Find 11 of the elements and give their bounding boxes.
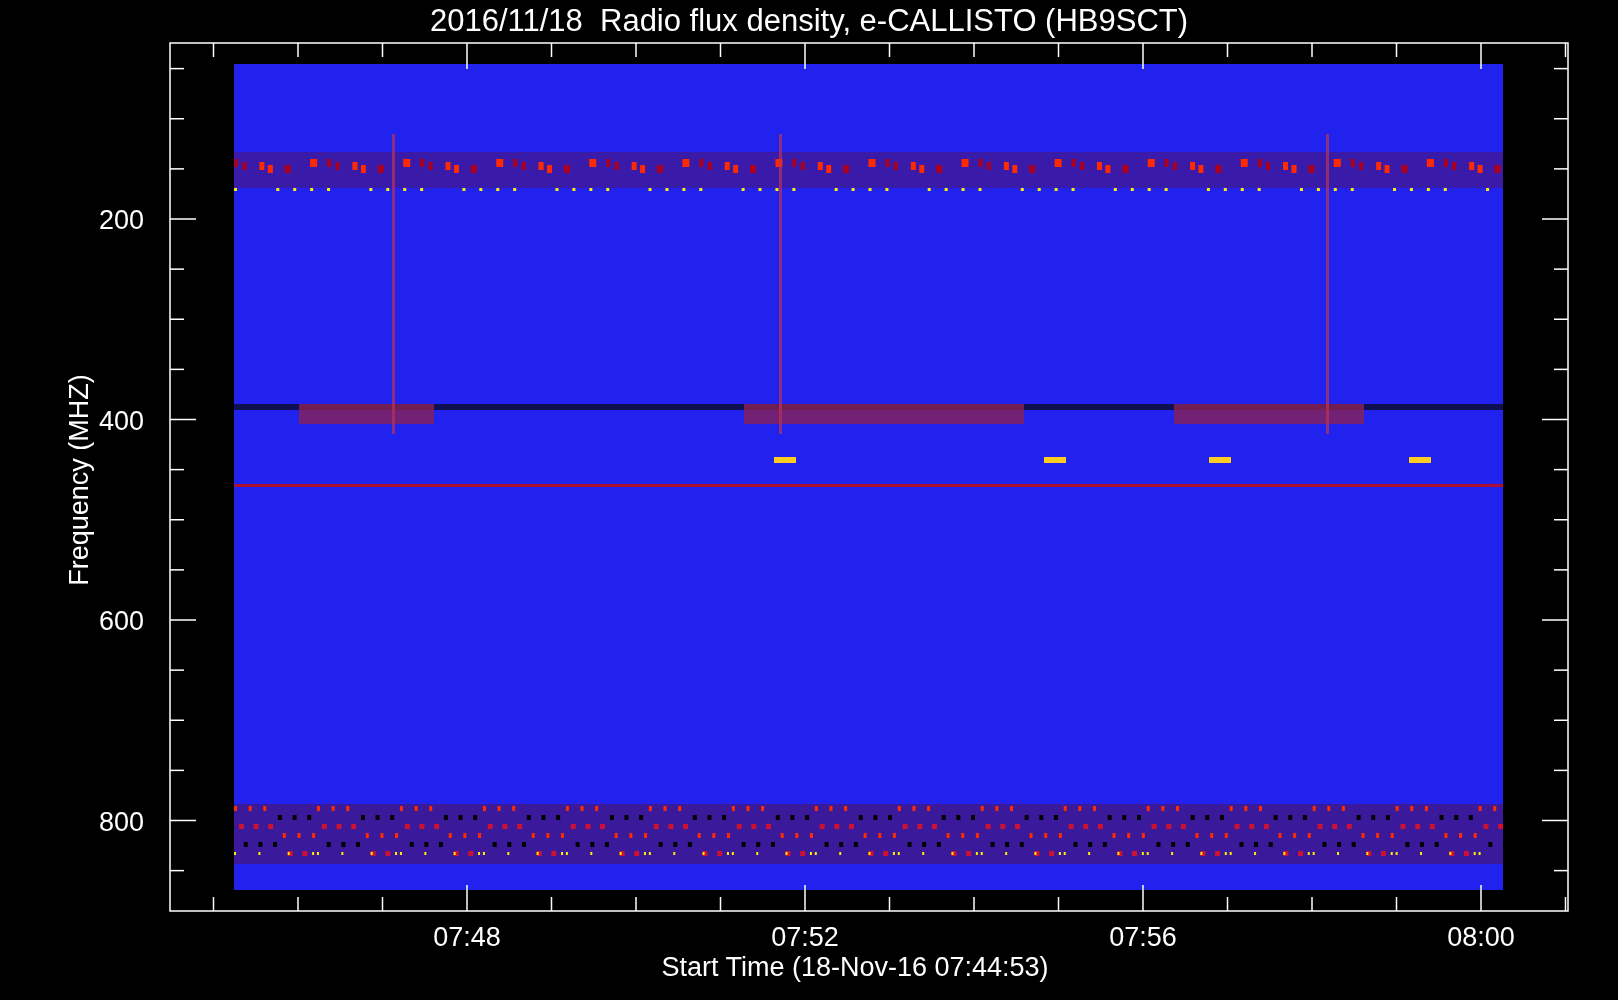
y-tick-label: 200 — [98, 205, 144, 235]
y-tick-label: 800 — [98, 806, 144, 837]
x-tick-label: 07:52 — [771, 922, 839, 952]
x-tick-label: 07:48 — [433, 922, 501, 952]
y-tick-label: 600 — [98, 606, 144, 636]
chart-title: 2016/11/18 Radio flux density, e-CALLISTO (HB9SCT) — [429, 3, 1189, 38]
x-tick-label: 07:56 — [1109, 922, 1177, 952]
x-axis-label: Start Time (18-Nov-16 07:44:53) — [661, 952, 1049, 982]
x-tick-label: 08:00 — [1447, 922, 1515, 952]
y-tick-label: 400 — [98, 405, 144, 436]
y-axis-label: Frequency (MHZ) — [64, 374, 94, 586]
